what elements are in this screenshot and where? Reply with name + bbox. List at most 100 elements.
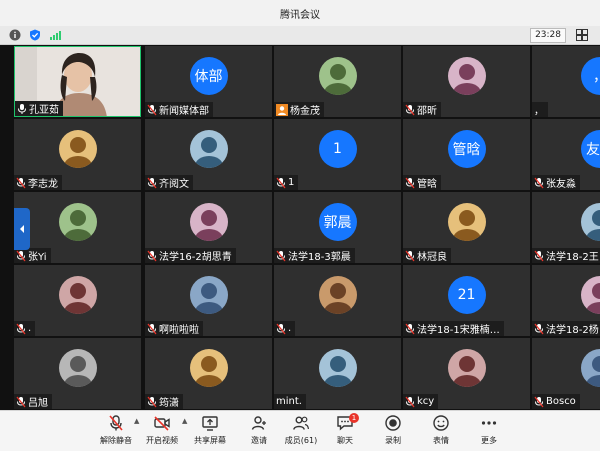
participant-tile[interactable]: 法学18-2王 (532, 192, 600, 263)
participant-name: . (288, 323, 292, 334)
participant-tile[interactable]: 齐阅文 (145, 119, 272, 190)
avatar (318, 57, 357, 95)
participant-tile[interactable]: 郭晨 法学18-3郭晨 (274, 192, 401, 263)
chat-button[interactable]: 1 聊天 (322, 413, 368, 450)
participant-tile[interactable]: . (274, 265, 401, 336)
participant-name: 法学16-2胡思青 (159, 252, 232, 263)
unmute-label: 解除静音 (100, 436, 132, 445)
mic-muted-icon (276, 177, 286, 188)
mic-muted-icon (16, 323, 26, 334)
members-icon (293, 416, 309, 430)
avatar: 管晗 (447, 130, 486, 168)
record-icon (385, 415, 401, 431)
participant-name-bar: 法学18-3郭晨 (274, 248, 355, 263)
participant-name-bar: 张友淼 (532, 175, 580, 190)
avatar (58, 130, 97, 168)
participant-name: 张友淼 (546, 179, 576, 190)
mic-muted-icon (534, 396, 544, 407)
participant-name-bar: 新闻媒体部 (145, 102, 213, 117)
participant-tile[interactable]: 法学16-2胡思青 (145, 192, 272, 263)
participant-name-bar: 法学16-2胡思青 (145, 248, 236, 263)
members-button[interactable]: 成员(61) (278, 414, 324, 450)
avatar: ， (581, 57, 600, 95)
participant-name: 林冠良 (417, 252, 447, 263)
participant-tile[interactable]: 21 法学18-1宋雅楠… (403, 265, 530, 336)
participant-name-bar: kcy (403, 394, 439, 409)
participant-name: 1 (288, 177, 295, 188)
mic-muted-icon (405, 250, 415, 261)
participant-name: 法学18-1宋雅楠… (417, 325, 500, 336)
participant-tile[interactable]: 啊啦啦啦 (145, 265, 272, 336)
gallery-view-icon[interactable] (576, 29, 588, 41)
avatar (58, 349, 97, 387)
participant-tile[interactable]: 筠潇 (145, 338, 272, 409)
participant-tile[interactable]: 杨金茂 (274, 46, 401, 117)
reactions-label: 表情 (433, 436, 449, 445)
participant-name: 齐阅文 (159, 179, 189, 190)
reactions-button[interactable]: 表情 (418, 414, 464, 450)
participant-name-bar: . (14, 321, 36, 336)
mic-on-icon (18, 103, 26, 114)
participant-tile[interactable]: ，， (532, 46, 600, 117)
info-icon[interactable] (9, 29, 21, 41)
mic-muted-icon (405, 323, 415, 334)
avatar (318, 276, 357, 314)
mic-muted-icon (534, 177, 544, 188)
participant-tile[interactable]: Bosco (532, 338, 600, 409)
participant-tile[interactable]: 管晗 管晗 (403, 119, 530, 190)
participant-tile[interactable]: 李志龙 (14, 119, 141, 190)
participant-name-bar: 法学18-1宋雅楠… (403, 321, 504, 336)
mic-muted-icon (147, 104, 157, 115)
participant-tile[interactable]: 张Yi (14, 192, 141, 263)
record-button[interactable]: 录制 (370, 414, 416, 450)
avatar (189, 349, 228, 387)
participant-name-bar: 李志龙 (14, 175, 62, 190)
user-icon (276, 103, 288, 116)
avatar (58, 203, 97, 241)
mic-muted-icon (405, 104, 415, 115)
participant-tile[interactable]: . (14, 265, 141, 336)
avatar: 1 (318, 130, 357, 168)
participant-name-bar: Bosco (532, 394, 580, 409)
participant-tile[interactable]: kcy (403, 338, 530, 409)
collapse-sidebar-button[interactable] (14, 208, 30, 250)
participant-grid: 孔亚茹体部新闻媒体部杨金茂邵昕，，李志龙齐阅文11管晗管晗友淼张友淼张Yi法学1… (14, 46, 600, 410)
share-screen-button[interactable]: 共享屏幕 (187, 414, 233, 450)
share-screen-icon (202, 416, 218, 431)
shield-icon[interactable] (29, 29, 41, 41)
add-user-icon (251, 416, 266, 430)
participant-name: 法学18-3郭晨 (288, 252, 351, 263)
invite-button[interactable]: 邀请 (236, 414, 282, 450)
participant-name-bar: 法学18-2杨 (532, 321, 600, 336)
participant-name: Bosco (546, 396, 576, 407)
participant-tile[interactable]: 法学18-2杨 (532, 265, 600, 336)
participant-tile[interactable]: 体部 新闻媒体部 (145, 46, 272, 117)
participant-tile[interactable]: 吕旭 (14, 338, 141, 409)
window-title: 腾讯会议 (280, 9, 320, 21)
participant-tile[interactable]: 邵昕 (403, 46, 530, 117)
more-button[interactable]: 更多 (466, 414, 512, 450)
avatar (447, 203, 486, 241)
unmute-button[interactable]: 解除静音 (93, 414, 139, 450)
participant-tile[interactable]: 林冠良 (403, 192, 530, 263)
participant-tile[interactable]: 孔亚茹 (14, 46, 141, 117)
mic-muted-icon (147, 396, 157, 407)
participant-name: 管晗 (417, 179, 437, 190)
participant-name-bar: 张Yi (14, 248, 51, 263)
mic-muted-icon (16, 396, 26, 407)
participant-name-bar: 邵昕 (403, 102, 441, 117)
participant-name: 张Yi (28, 252, 47, 263)
avatar (581, 276, 600, 314)
participant-tile[interactable]: mint. (274, 338, 401, 409)
avatar: 21 (447, 276, 486, 314)
status-bar: 23:28 (0, 26, 600, 45)
mic-muted-icon (147, 250, 157, 261)
avatar (189, 276, 228, 314)
mic-muted-icon (147, 323, 157, 334)
mic-muted-icon (109, 415, 123, 431)
participant-name: ， (534, 106, 544, 117)
start-video-button[interactable]: 开启视频 (139, 414, 185, 450)
start-video-label: 开启视频 (146, 436, 178, 445)
participant-tile[interactable]: 11 (274, 119, 401, 190)
participant-tile[interactable]: 友淼张友淼 (532, 119, 600, 190)
